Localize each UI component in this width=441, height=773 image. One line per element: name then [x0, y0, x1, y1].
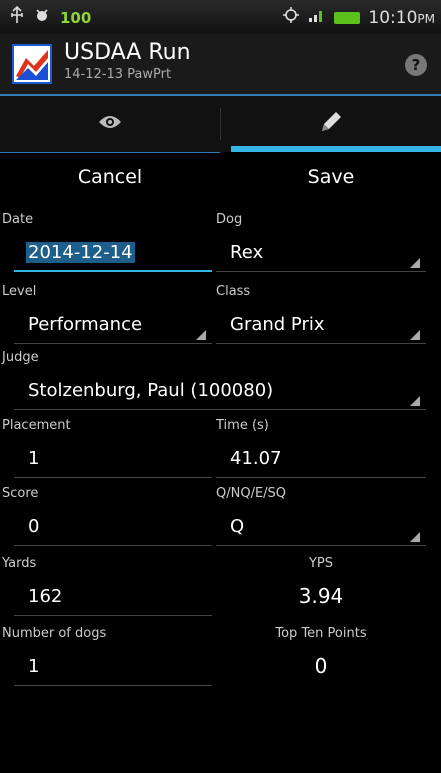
pencil-icon [318, 109, 344, 139]
level-label: Level [2, 284, 37, 299]
number-of-dogs-field[interactable]: 1 [14, 652, 212, 686]
tab-bar [0, 96, 441, 153]
yps-value: 3.94 [298, 584, 344, 608]
status-right-icons: 10:10PM [282, 6, 435, 29]
status-left-icons: 100 [10, 5, 92, 29]
battery-icon [334, 11, 361, 24]
tab-edit[interactable] [221, 96, 441, 152]
number-of-dogs-label: Number of dogs [2, 626, 107, 641]
judge-label: Judge [2, 350, 39, 365]
yards-field[interactable]: 162 [14, 582, 212, 616]
score-field[interactable]: 0 [14, 512, 212, 546]
placement-label: Placement [2, 418, 71, 433]
qualifier-label: Q/NQ/E/SQ [216, 486, 287, 501]
app-logo-icon [12, 44, 52, 84]
class-spinner[interactable]: Grand Prix [216, 310, 426, 344]
time-label: Time (s) [216, 418, 269, 433]
gps-icon [282, 6, 300, 29]
app-title: USDAA Run [64, 40, 191, 65]
yps-label: YPS [308, 556, 334, 571]
date-label: Date [2, 212, 34, 227]
battery-level-text: 100 [60, 8, 92, 27]
score-label: Score [2, 486, 39, 501]
action-buttons: Cancel Save [0, 166, 441, 206]
judge-spinner[interactable]: Stolzenburg, Paul (100080) [14, 376, 426, 410]
debug-icon [34, 6, 50, 29]
tab-selected-indicator [231, 146, 441, 152]
action-bar: USDAA Run 14-12-13 PawPrt ? [0, 34, 441, 96]
class-label: Class [216, 284, 251, 299]
signal-icon [308, 7, 326, 28]
time-field[interactable]: 41.07 [216, 444, 426, 478]
tab-view[interactable] [0, 96, 220, 153]
cancel-button[interactable]: Cancel [0, 166, 220, 188]
top-ten-points-value: 0 [314, 654, 328, 678]
clock: 10:10PM [368, 7, 435, 28]
top-ten-points-label: Top Ten Points [275, 626, 367, 641]
save-button[interactable]: Save [221, 166, 441, 188]
eye-icon [98, 114, 122, 134]
dog-label: Dog [216, 212, 243, 227]
help-button[interactable]: ? [405, 54, 427, 76]
date-field[interactable]: 2014-12-14 [14, 238, 212, 272]
usb-icon [10, 5, 24, 29]
yards-label: Yards [2, 556, 37, 571]
status-bar: 100 10:10PM [0, 0, 441, 34]
qualifier-spinner[interactable]: Q [216, 512, 426, 546]
app-subtitle: 14-12-13 PawPrt [64, 67, 172, 82]
placement-field[interactable]: 1 [14, 444, 212, 478]
dog-spinner[interactable]: Rex [216, 238, 426, 272]
level-spinner[interactable]: Performance [14, 310, 212, 344]
